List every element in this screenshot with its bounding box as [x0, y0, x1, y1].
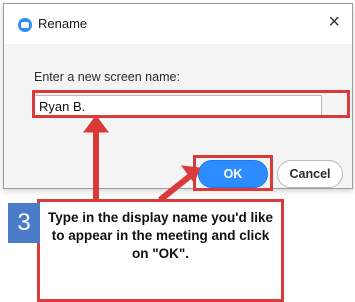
dialog-titlebar: Rename ×	[4, 4, 352, 44]
prompt-label: Enter a new screen name:	[34, 70, 180, 84]
screen-name-input[interactable]	[32, 95, 322, 117]
instruction-text: Type in the display name you'd like to a…	[47, 210, 274, 261]
step-number-badge: 3	[8, 203, 40, 243]
ok-button[interactable]: OK	[198, 160, 268, 188]
zoom-app-icon	[18, 18, 32, 32]
close-icon[interactable]: ×	[328, 12, 340, 32]
instruction-callout: Type in the display name you'd like to a…	[37, 199, 284, 302]
dialog-title: Rename	[38, 16, 88, 31]
cancel-button[interactable]: Cancel	[277, 160, 343, 188]
